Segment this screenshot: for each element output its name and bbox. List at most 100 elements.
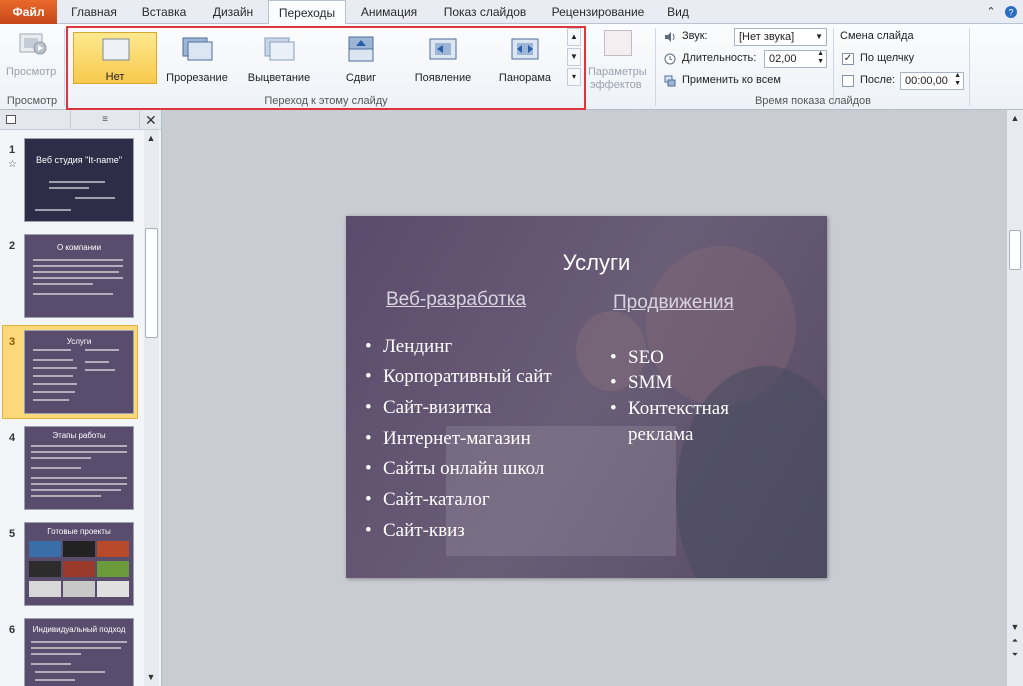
- project-image: [97, 561, 129, 577]
- project-image: [63, 581, 95, 597]
- transition-cut-label: Прорезание: [166, 72, 228, 84]
- sound-select[interactable]: [Нет звука] ▼: [734, 28, 827, 46]
- slide-number: 1: [9, 144, 16, 156]
- next-slide-icon[interactable]: ⏷: [1009, 650, 1021, 660]
- transition-pan[interactable]: Панорама: [483, 32, 567, 84]
- transition-pan-icon: [509, 36, 541, 62]
- tab-view[interactable]: Вид: [658, 0, 698, 24]
- spinner-arrows-icon[interactable]: ▲ ▼: [817, 50, 824, 66]
- star-icon: ☆: [8, 159, 17, 170]
- slide-thumbnail-title: Услуги: [66, 337, 92, 346]
- close-panel-icon[interactable]: ✕: [145, 112, 157, 129]
- transition-cut[interactable]: Прорезание: [155, 32, 239, 84]
- transition-none-label: Нет: [105, 71, 125, 83]
- preview-button[interactable]: Просмотр: [2, 28, 62, 84]
- tab-transitions[interactable]: Переходы: [268, 0, 346, 25]
- after-time-spinner[interactable]: 00:00,00 ▲ ▼: [900, 72, 964, 90]
- preview-group-label: Просмотр: [6, 95, 58, 107]
- minimize-ribbon-icon[interactable]: ⌃: [984, 5, 998, 19]
- slide-thumbnail-3[interactable]: Услуги: [24, 330, 134, 414]
- promotion-item[interactable]: SEO: [610, 347, 664, 369]
- scroll-up-arrow[interactable]: ▲: [1009, 113, 1021, 123]
- scroll-thumb[interactable]: [145, 228, 158, 338]
- preview-label: Просмотр: [6, 66, 57, 78]
- preview-icon: [18, 30, 48, 58]
- slides-panel: ≡ ✕ 1 ☆ Веб студия "It-name" 2 О компани…: [0, 110, 162, 686]
- text-line: [33, 271, 119, 273]
- service-item[interactable]: Интернет-магазин: [365, 428, 531, 450]
- transition-push-label: Сдвиг: [345, 72, 377, 84]
- slide-thumbnail-2[interactable]: О компании: [24, 234, 134, 318]
- service-item[interactable]: Сайт-квиз: [365, 520, 465, 542]
- service-item[interactable]: Сайт-каталог: [365, 489, 490, 511]
- service-item[interactable]: Лендинг: [365, 336, 452, 358]
- tab-design[interactable]: Дизайн: [202, 0, 264, 24]
- service-item[interactable]: Сайты онлайн школ: [365, 458, 544, 480]
- duration-spinner[interactable]: 02,00 ▲ ▼: [764, 50, 827, 68]
- transition-none[interactable]: Нет: [73, 32, 157, 84]
- promotion-item[interactable]: Контекстная: [610, 398, 729, 420]
- slides-tab-icon[interactable]: [6, 115, 16, 124]
- text-line: [31, 483, 127, 485]
- gallery-scroll-down[interactable]: ▼: [567, 48, 581, 66]
- tab-insert[interactable]: Вставка: [130, 0, 198, 24]
- text-line: [85, 361, 109, 363]
- right-column-heading[interactable]: Продвижения: [613, 292, 734, 314]
- help-icon[interactable]: ?: [1004, 5, 1018, 19]
- scroll-down-arrow[interactable]: ▼: [145, 672, 157, 682]
- tab-home[interactable]: Главная: [62, 0, 126, 24]
- apply-all-button[interactable]: Применить ко всем: [682, 74, 781, 86]
- gallery-more-button[interactable]: ▾: [567, 68, 581, 86]
- tab-animation[interactable]: Анимация: [350, 0, 428, 24]
- separator: [655, 28, 656, 106]
- text-line: [33, 283, 93, 285]
- text-line: [33, 399, 69, 401]
- project-image: [29, 581, 61, 597]
- service-item[interactable]: Корпоративный сайт: [365, 366, 552, 388]
- tab-review[interactable]: Рецензирование: [542, 0, 654, 24]
- slides-panel-scrollbar[interactable]: ▲ ▼: [144, 130, 159, 686]
- chevron-down-icon: ▼: [815, 32, 823, 41]
- main-vertical-scrollbar[interactable]: ▲ ▼ ⏶ ⏷: [1007, 110, 1023, 686]
- project-image: [29, 561, 61, 577]
- slide-thumbnail-6[interactable]: Индивидуальный подход: [24, 618, 134, 686]
- tab-slideshow[interactable]: Показ слайдов: [432, 0, 538, 24]
- promotion-item[interactable]: SMM: [610, 372, 673, 394]
- transition-fade[interactable]: Выцветание: [237, 32, 321, 84]
- transition-push[interactable]: Сдвиг: [319, 32, 403, 84]
- slide-thumbnail-5[interactable]: Готовые проекты: [24, 522, 134, 606]
- slide-title[interactable]: Услуги: [346, 250, 827, 276]
- project-image: [63, 541, 95, 557]
- effect-options-button[interactable]: Параметры эффектов: [588, 28, 650, 91]
- after-time-value: 00:00,00: [905, 75, 948, 87]
- promotion-item-continuation[interactable]: реклама: [628, 424, 693, 446]
- scroll-down-arrow[interactable]: ▼: [1009, 622, 1021, 632]
- gallery-scroll-up[interactable]: ▲: [567, 28, 581, 46]
- transition-fade-icon: [263, 36, 295, 62]
- slide-thumbnail-4[interactable]: Этапы работы: [24, 426, 134, 510]
- previous-slide-icon[interactable]: ⏶: [1009, 636, 1021, 646]
- slide-number: 6: [9, 624, 16, 636]
- separator: [64, 28, 65, 106]
- scroll-up-arrow[interactable]: ▲: [145, 133, 157, 143]
- sound-label: Звук:: [682, 30, 708, 42]
- slide-thumbnail-1[interactable]: Веб студия "It-name": [24, 138, 134, 222]
- after-checkbox[interactable]: [842, 75, 854, 87]
- advance-slide-title: Смена слайда: [840, 30, 914, 42]
- slide-thumbnail-title: Этапы работы: [52, 431, 106, 440]
- transition-wipe[interactable]: Появление: [401, 32, 485, 84]
- slide-canvas[interactable]: Услуги Веб-разработка Продвижения Лендин…: [346, 216, 827, 578]
- svg-text:?: ?: [1008, 8, 1013, 18]
- transition-wipe-icon: [427, 36, 459, 62]
- project-image: [63, 561, 95, 577]
- spinner-arrows-icon[interactable]: ▲ ▼: [954, 72, 961, 88]
- text-line: [31, 451, 127, 453]
- scroll-thumb[interactable]: [1009, 230, 1021, 270]
- tab-file[interactable]: Файл: [0, 0, 57, 24]
- service-item[interactable]: Сайт-визитка: [365, 397, 491, 419]
- duration-icon: [664, 53, 676, 65]
- left-column-heading[interactable]: Веб-разработка: [386, 289, 526, 311]
- outline-tab-icon[interactable]: ≡: [70, 110, 140, 130]
- project-image: [97, 581, 129, 597]
- on-click-checkbox[interactable]: ✓: [842, 53, 854, 65]
